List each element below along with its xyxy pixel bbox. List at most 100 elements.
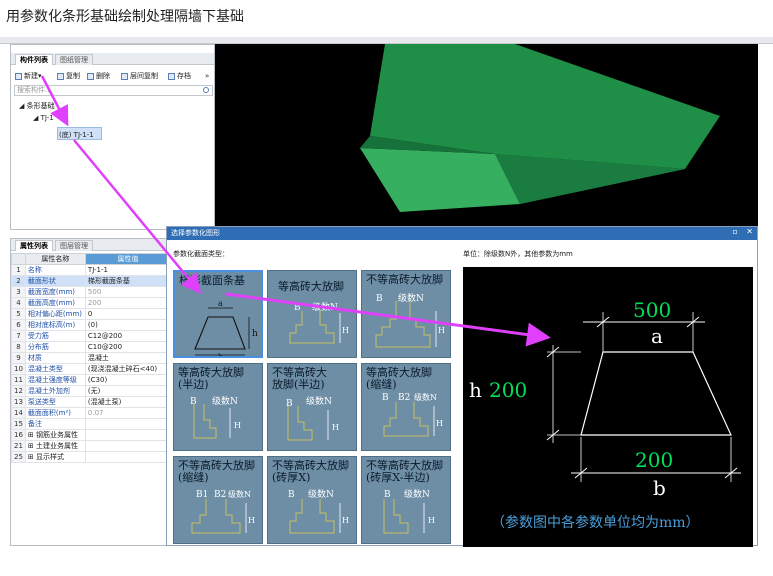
property-row[interactable]: 12 混凝土外加剂 (无) (11, 385, 172, 397)
property-row-index: 3 (11, 286, 26, 298)
shape-option-unequal-shrink[interactable]: 不等高砖大放脚 (缩缝) B1 B2 级数N H (173, 456, 263, 544)
tab-component-list[interactable]: 构件列表 (15, 54, 53, 65)
property-value[interactable] (84, 418, 172, 430)
property-row[interactable]: 14 截面面积(m²) 0.07 (11, 407, 172, 419)
svg-text:H: H (436, 419, 443, 428)
search-icon[interactable] (203, 87, 209, 93)
top-width-value: 500 (633, 298, 671, 322)
header-property-value: 属性值 (84, 253, 172, 265)
tab-property-list[interactable]: 属性列表 (15, 240, 53, 251)
more-icon[interactable]: » (205, 71, 209, 81)
property-name: 混凝土外加剂 (24, 385, 86, 397)
property-value[interactable]: 0 (84, 308, 172, 320)
property-row-index: 4 (11, 297, 26, 309)
dialog-window-controls: ▫ ✕ (732, 227, 753, 236)
property-row-index: 12 (11, 385, 26, 397)
property-row[interactable]: 6 相对底标高(m) (0) (11, 319, 172, 331)
svg-text:B: B (286, 399, 293, 409)
property-value[interactable]: (0) (84, 319, 172, 331)
property-name: 混凝土类型 (24, 363, 86, 375)
beam-3d-render (360, 44, 720, 212)
delete-button[interactable]: 删除 (87, 71, 110, 81)
property-value[interactable]: 梯形截面条基 (84, 275, 172, 287)
tree-node-strip-foundation[interactable]: ◢ 条形基础 (19, 101, 55, 111)
copy-button[interactable]: 复制 (57, 71, 80, 81)
tab-layer-manager[interactable]: 图层管理 (55, 240, 93, 251)
unequal-shrink-thumbnail-icon: B1 B2 级数N H (191, 489, 255, 534)
property-row[interactable]: 9 材质 混凝土 (11, 352, 172, 364)
property-row[interactable]: 11 混凝土强度等级 (C30) (11, 374, 172, 386)
property-row-index: 21 (11, 440, 26, 452)
property-row[interactable]: 1 名称 TJ-1-1 (11, 264, 172, 276)
shape-option-unequal-brick-footing[interactable]: 不等高砖大放脚 B 级数N H (361, 270, 451, 358)
property-row[interactable]: 25 ⊞ 显示样式 (11, 451, 172, 463)
property-value[interactable]: (混凝土泵) (84, 396, 172, 408)
3d-viewport[interactable] (215, 44, 758, 230)
svg-text:a: a (218, 299, 223, 308)
equal-shrink-thumbnail-icon: B B2 级数N H (382, 392, 443, 437)
property-value[interactable] (84, 451, 172, 463)
property-row[interactable]: 7 受力筋 C12@200 (11, 330, 172, 342)
shape-option-unequal-half[interactable]: 不等高砖大 放脚(半边) B 级数N H (267, 363, 357, 451)
shape-option-equal-brick-footing[interactable]: 等高砖大放脚 B 级数N H (267, 270, 357, 358)
expand-icon[interactable]: ⊞ (28, 453, 36, 461)
property-value[interactable]: 200 (84, 297, 172, 309)
property-row[interactable]: 8 分布筋 C10@200 (11, 341, 172, 353)
expand-icon[interactable]: ⊞ (28, 442, 36, 450)
new-button[interactable]: 新建 ▾ (15, 71, 42, 81)
archive-button[interactable]: 存档 (168, 71, 191, 81)
svg-text:H: H (428, 516, 435, 525)
shape-option-brick-thickness-x-half[interactable]: 不等高砖大放脚 (砖厚X-半边) B 级数N H (361, 456, 451, 544)
property-value[interactable]: 500 (84, 286, 172, 298)
property-name-text: 混凝土类型 (27, 365, 63, 373)
tab-drawing-manager[interactable]: 图纸管理 (55, 54, 93, 65)
shape-option-trapezoid[interactable]: 梯形截面条基 a b h (173, 270, 263, 358)
svg-text:h: h (252, 329, 258, 339)
property-value[interactable]: C10@200 (84, 341, 172, 353)
property-name: ⊞ 土建业务属性 (24, 440, 86, 452)
floor-copy-button[interactable]: 层间复制 (121, 71, 158, 81)
shape-option-equal-half[interactable]: 等高砖大放脚 (半边) B 级数N H (173, 363, 263, 451)
property-row[interactable]: 2 截面形状 梯形截面条基 (11, 275, 172, 287)
tree-node-tj1[interactable]: ◢ TJ-1 (33, 114, 54, 122)
property-value[interactable] (84, 440, 172, 452)
property-value[interactable]: 混凝土 (84, 352, 172, 364)
property-value[interactable]: (无) (84, 385, 172, 397)
bottom-width-value: 200 (635, 448, 673, 472)
svg-text:H: H (342, 326, 349, 335)
brick-thickness-thumbnail-icon: B 级数N H (288, 488, 349, 534)
property-value[interactable]: 0.07 (84, 407, 172, 419)
tree-node-tj1-1[interactable]: (底) TJ-1-1 (59, 130, 94, 140)
property-value[interactable] (84, 429, 172, 441)
property-name: 混凝土强度等级 (24, 374, 86, 386)
expand-icon[interactable]: ⊞ (28, 431, 36, 439)
property-value[interactable]: C12@200 (84, 330, 172, 342)
component-search-input[interactable]: 搜索构件... (14, 85, 213, 96)
component-toolbar: 新建 ▾ 复制 删除 层间复制 存档 » (11, 69, 214, 83)
property-value[interactable]: TJ-1-1 (84, 264, 172, 276)
height-label: h (469, 378, 482, 402)
property-row[interactable]: 10 混凝土类型 (现浇混凝土碎石<40) (11, 363, 172, 375)
page-title: 用参数化条形基础绘制处理隔墙下基础 (6, 9, 244, 25)
property-row[interactable]: 4 截面高度(mm) 200 (11, 297, 172, 309)
property-row[interactable]: 21 ⊞ 土建业务属性 (11, 440, 172, 452)
property-row[interactable]: 5 相对偏心距(mm) 0 (11, 308, 172, 320)
property-value[interactable]: (现浇混凝土碎石<40) (84, 363, 172, 375)
property-row[interactable]: 15 备注 (11, 418, 172, 430)
shape-option-equal-shrink[interactable]: 等高砖大放脚 (缩缝) B B2 级数N H (361, 363, 451, 451)
app-toolbar-strip (0, 37, 773, 44)
copy-icon (57, 72, 64, 80)
property-value[interactable]: (C30) (84, 374, 172, 386)
property-name: 相对偏心距(mm) (24, 308, 86, 320)
trapezoid-thumbnail-icon: a b h (194, 299, 258, 356)
svg-text:B2: B2 (214, 490, 226, 500)
property-row[interactable]: 3 截面宽度(mm) 500 (11, 286, 172, 298)
maximize-icon[interactable]: ▫ (732, 227, 737, 236)
property-name-text: 截面高度(mm) (27, 299, 76, 307)
property-row[interactable]: 13 泵送类型 (混凝土泵) (11, 396, 172, 408)
property-row[interactable]: 16 ⊞ 钢筋业务属性 (11, 429, 172, 441)
property-name-text: 混凝土强度等级 (27, 376, 77, 384)
shape-option-brick-thickness-x[interactable]: 不等高砖大放脚 (砖厚X) B 级数N H (267, 456, 357, 544)
svg-text:级数N: 级数N (398, 292, 424, 304)
close-icon[interactable]: ✕ (746, 227, 753, 236)
